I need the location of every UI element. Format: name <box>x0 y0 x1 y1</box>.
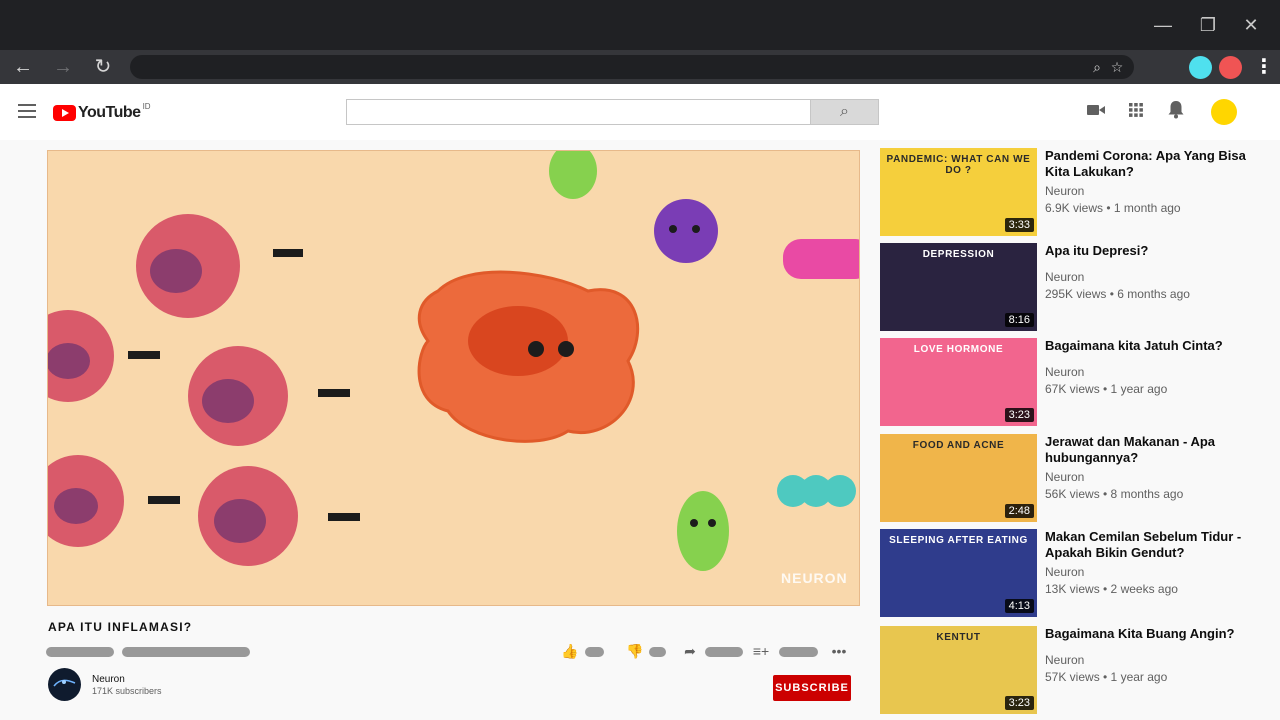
search-button[interactable]: ⌕ <box>810 99 879 125</box>
video-frame-illustration: NEURON <box>48 151 859 586</box>
forward-icon[interactable]: → <box>50 54 76 80</box>
search-icon: ⌕ <box>840 103 849 120</box>
video-duration: 3:23 <box>1004 696 1034 710</box>
browser-menu-icon[interactable]: ⋮ <box>1254 54 1274 80</box>
extension-icon-cyan[interactable] <box>1189 56 1212 79</box>
share-icon[interactable]: ➦ <box>681 642 699 660</box>
channel-name[interactable]: Neuron <box>92 674 125 685</box>
youtube-logo[interactable]: YouTube ID <box>53 102 151 124</box>
address-bar[interactable]: ⌕ ☆ <box>130 55 1134 79</box>
upload-date-placeholder <box>122 647 250 657</box>
recommendation-channel[interactable]: Neuron <box>1045 470 1084 484</box>
video-duration: 4:13 <box>1004 599 1034 613</box>
recommendation-item[interactable]: DEPRESSION 8:16 Apa itu Depresi? Neuron 295K… <box>880 243 1260 333</box>
create-video-icon[interactable] <box>1084 101 1108 123</box>
recommendation-item[interactable]: PANDEMIC: WHAT CAN WE DO ? 3:33 Pandemi Co… <box>880 148 1260 238</box>
video-duration: 3:23 <box>1004 408 1034 422</box>
video-thumbnail[interactable]: DEPRESSION 8:16 <box>880 243 1037 331</box>
channel-subscriber-count: 171K subscribers <box>92 686 162 696</box>
recommendation-meta: 67K views • 1 year ago <box>1045 382 1168 396</box>
window-titlebar: — ❐ ✕ <box>0 0 1280 50</box>
recommendation-title[interactable]: Makan Cemilan Sebelum Tidur - Apakah Bik… <box>1045 529 1255 561</box>
like-icon[interactable]: 👍 <box>561 642 579 660</box>
recommendation-meta: 13K views • 2 weeks ago <box>1045 582 1178 596</box>
thumbnail-text: KENTUT <box>936 632 981 643</box>
video-thumbnail[interactable]: FOOD AND ACNE 2:48 <box>880 434 1037 522</box>
video-thumbnail[interactable]: KENTUT 3:23 <box>880 626 1037 714</box>
bookmark-star-icon[interactable]: ☆ <box>1106 55 1128 79</box>
video-title: APA ITU INFLAMASI? <box>48 620 193 634</box>
recommendation-title[interactable]: Pandemi Corona: Apa Yang Bisa Kita Lakuk… <box>1045 148 1255 180</box>
recommendation-meta: 6.9K views • 1 month ago <box>1045 201 1181 215</box>
youtube-play-icon <box>53 105 76 121</box>
extension-icon-red[interactable] <box>1219 56 1242 79</box>
youtube-header: YouTube ID ⌕ <box>0 84 1280 140</box>
channel-avatar[interactable] <box>48 668 81 701</box>
recommendation-item[interactable]: LOVE HORMONE 3:23 Bagaimana kita Jatuh Cin… <box>880 338 1260 428</box>
logo-text: YouTube <box>78 104 141 121</box>
video-player[interactable]: NEURON <box>47 150 860 606</box>
recommendation-title[interactable]: Apa itu Depresi? <box>1045 243 1255 259</box>
recommendation-title[interactable]: Jerawat dan Makanan - Apa hubungannya? <box>1045 434 1255 466</box>
video-thumbnail[interactable]: SLEEPING AFTER EATING 4:13 <box>880 529 1037 617</box>
subscribe-button[interactable]: SUBSCRIBE <box>773 675 851 701</box>
video-duration: 2:48 <box>1004 504 1034 518</box>
zoom-icon[interactable]: ⌕ <box>1086 55 1108 79</box>
recommendation-item[interactable]: KENTUT 3:23 Bagaimana Kita Buang Angin? Neu… <box>880 626 1260 716</box>
video-thumbnail[interactable]: PANDEMIC: WHAT CAN WE DO ? 3:33 <box>880 148 1037 236</box>
recommendation-channel[interactable]: Neuron <box>1045 270 1084 284</box>
recommendation-title[interactable]: Bagaimana kita Jatuh Cinta? <box>1045 338 1255 354</box>
dislike-icon[interactable]: 👎 <box>626 642 644 660</box>
recommendation-channel[interactable]: Neuron <box>1045 184 1084 198</box>
recommendation-meta: 57K views • 1 year ago <box>1045 670 1168 684</box>
thumbnail-text: LOVE HORMONE <box>913 344 1004 355</box>
recommendation-meta: 56K views • 8 months ago <box>1045 487 1184 501</box>
notifications-bell-icon[interactable] <box>1164 101 1188 123</box>
recommendation-item[interactable]: SLEEPING AFTER EATING 4:13 Makan Cemilan S… <box>880 529 1260 619</box>
apps-grid-icon[interactable] <box>1124 101 1148 123</box>
thumbnail-text: FOOD AND ACNE <box>912 440 1005 451</box>
video-duration: 3:33 <box>1004 218 1034 232</box>
more-options-icon[interactable]: ••• <box>830 642 848 660</box>
recommendation-item[interactable]: FOOD AND ACNE 2:48 Jerawat dan Makanan - A… <box>880 434 1260 524</box>
video-watermark: NEURON <box>781 570 848 586</box>
reload-icon[interactable]: ↻ <box>90 54 116 80</box>
minimize-icon[interactable]: — <box>1150 12 1176 38</box>
close-icon[interactable]: ✕ <box>1238 12 1264 38</box>
like-count-placeholder <box>585 647 604 657</box>
back-icon[interactable]: ← <box>10 54 36 80</box>
save-to-playlist-icon[interactable]: ≡+ <box>752 642 770 660</box>
video-duration: 8:16 <box>1004 313 1034 327</box>
search-input[interactable] <box>346 99 811 125</box>
recommendation-title[interactable]: Bagaimana Kita Buang Angin? <box>1045 626 1255 642</box>
video-thumbnail[interactable]: LOVE HORMONE 3:23 <box>880 338 1037 426</box>
thumbnail-text: PANDEMIC: WHAT CAN WE DO ? <box>886 154 1031 176</box>
thumbnail-text: SLEEPING AFTER EATING <box>889 535 1028 546</box>
dislike-count-placeholder <box>649 647 666 657</box>
share-label-placeholder <box>705 647 743 657</box>
view-count-placeholder <box>46 647 114 657</box>
restore-icon[interactable]: ❐ <box>1195 12 1221 38</box>
thumbnail-text: DEPRESSION <box>922 249 995 260</box>
recommendation-channel[interactable]: Neuron <box>1045 565 1084 579</box>
user-avatar[interactable] <box>1211 99 1237 125</box>
save-label-placeholder <box>779 647 818 657</box>
recommendation-meta: 295K views • 6 months ago <box>1045 287 1190 301</box>
recommendation-channel[interactable]: Neuron <box>1045 653 1084 667</box>
browser-toolbar: ← → ↻ ⌕ ☆ ⋮ <box>0 50 1280 84</box>
recommendation-channel[interactable]: Neuron <box>1045 365 1084 379</box>
country-code: ID <box>142 101 151 111</box>
menu-icon[interactable] <box>18 104 36 118</box>
